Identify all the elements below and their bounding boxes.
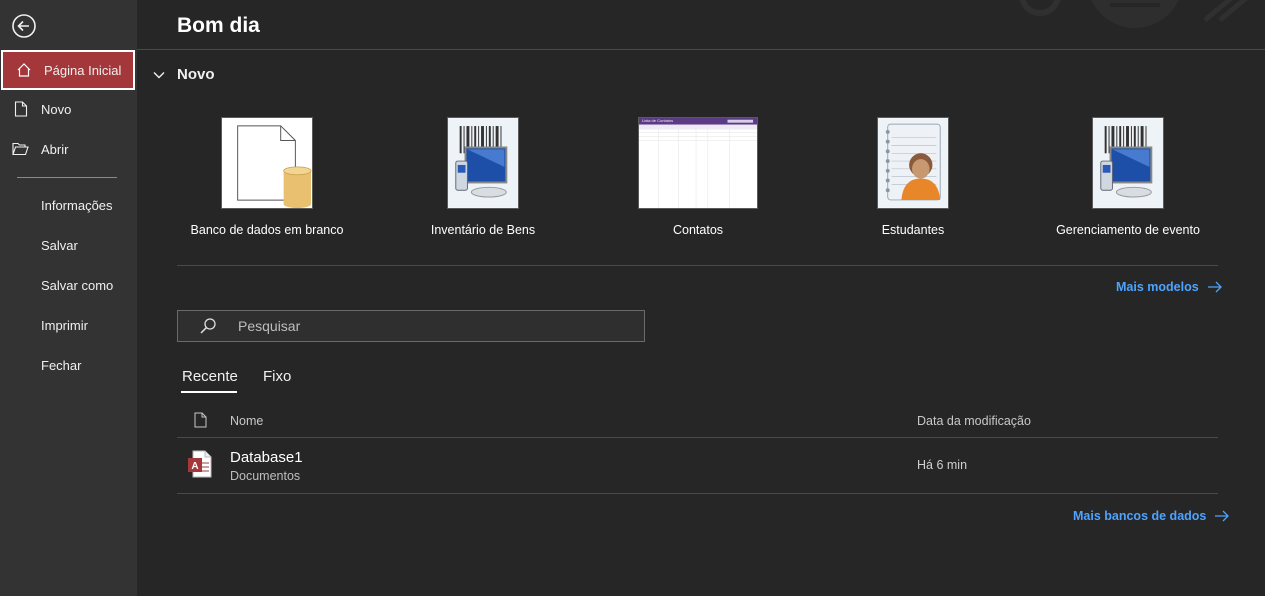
- nav-item-label: Informações: [41, 197, 113, 213]
- barcode-computer-icon: [1092, 117, 1164, 209]
- table-row[interactable]: A Database1 Documentos Há 6 min: [177, 438, 1218, 493]
- sidebar-divider: [17, 177, 117, 178]
- link-label: Mais bancos de dados: [1073, 509, 1207, 523]
- nav-item-label: Novo: [41, 101, 72, 117]
- template-label: Estudantes: [881, 223, 945, 237]
- active-tab-indicator: [181, 391, 237, 393]
- barcode-computer-icon: [447, 117, 519, 209]
- template-label: Inventário de Bens: [430, 223, 536, 237]
- nav-item-new[interactable]: Novo: [0, 89, 137, 129]
- new-section-toggle[interactable]: Novo: [153, 66, 215, 83]
- nav-item-info[interactable]: Informações: [0, 185, 137, 225]
- home-icon: [3, 62, 44, 78]
- search-input[interactable]: [238, 318, 618, 334]
- more-databases-link[interactable]: Mais bancos de dados: [1073, 509, 1230, 523]
- svg-text:A: A: [191, 461, 198, 472]
- nav-item-label: Salvar: [41, 237, 78, 253]
- file-type-icon: [194, 412, 207, 433]
- file-location: Documentos: [230, 469, 301, 483]
- preview-title: Lista de Contatos: [642, 118, 674, 123]
- arrow-right-icon: [1214, 510, 1230, 522]
- template-contacts[interactable]: Lista de Contatos Contatos: [598, 117, 798, 237]
- access-file-icon: A: [187, 450, 213, 483]
- search-box: [177, 310, 645, 342]
- nav-item-save-as[interactable]: Salvar como: [0, 265, 137, 305]
- template-label: Banco de dados em branco: [190, 223, 344, 237]
- file-name: Database1: [230, 449, 303, 466]
- tab-recent[interactable]: Recente: [182, 368, 238, 385]
- nav-item-save[interactable]: Salvar: [0, 225, 137, 265]
- column-header-name[interactable]: Nome: [230, 414, 263, 428]
- folder-open-icon: [0, 142, 41, 156]
- blank-database-icon: [221, 117, 313, 209]
- nav-item-label: Fechar: [41, 357, 82, 373]
- back-button[interactable]: [8, 10, 40, 42]
- nav-item-label: Imprimir: [41, 317, 88, 333]
- sidebar: Página Inicial Novo Abrir Informações Sa…: [0, 0, 137, 596]
- template-students[interactable]: Estudantes: [813, 117, 1013, 237]
- back-arrow-icon: [12, 14, 36, 38]
- nav-item-label: Salvar como: [41, 277, 114, 293]
- new-document-icon: [0, 101, 41, 117]
- file-modified: Há 6 min: [917, 458, 968, 472]
- template-event-management[interactable]: Gerenciamento de evento: [1028, 117, 1228, 237]
- nav-item-label: Página Inicial: [44, 62, 122, 78]
- nav-item-home[interactable]: Página Inicial: [1, 50, 135, 90]
- background-decoration: [1019, 0, 1248, 28]
- nav-item-open[interactable]: Abrir: [0, 129, 137, 169]
- more-templates-link[interactable]: Mais modelos: [1116, 280, 1223, 294]
- link-label: Mais modelos: [1116, 280, 1199, 294]
- column-header-modified[interactable]: Data da modificação: [917, 414, 1031, 428]
- table-row-divider: [177, 493, 1218, 494]
- template-asset-inventory[interactable]: Inventário de Bens: [383, 117, 583, 237]
- nav-item-close[interactable]: Fechar: [0, 345, 137, 385]
- tab-pinned[interactable]: Fixo: [263, 368, 291, 385]
- templates-divider: [177, 265, 1218, 266]
- nav-item-label: Abrir: [41, 141, 69, 157]
- contact-list-preview: Lista de Contatos: [638, 117, 758, 209]
- template-label: Contatos: [672, 223, 724, 237]
- template-blank-database[interactable]: Banco de dados em branco: [167, 117, 367, 237]
- template-label: Gerenciamento de evento: [1056, 223, 1200, 237]
- nav-item-print[interactable]: Imprimir: [0, 305, 137, 345]
- header-divider: [137, 49, 1265, 50]
- section-title: Novo: [177, 66, 215, 83]
- chevron-down-icon: [153, 71, 169, 79]
- arrow-right-icon: [1207, 281, 1223, 293]
- greeting-title: Bom dia: [177, 14, 260, 37]
- search-icon: [178, 317, 238, 335]
- student-notebook-icon: [877, 117, 949, 209]
